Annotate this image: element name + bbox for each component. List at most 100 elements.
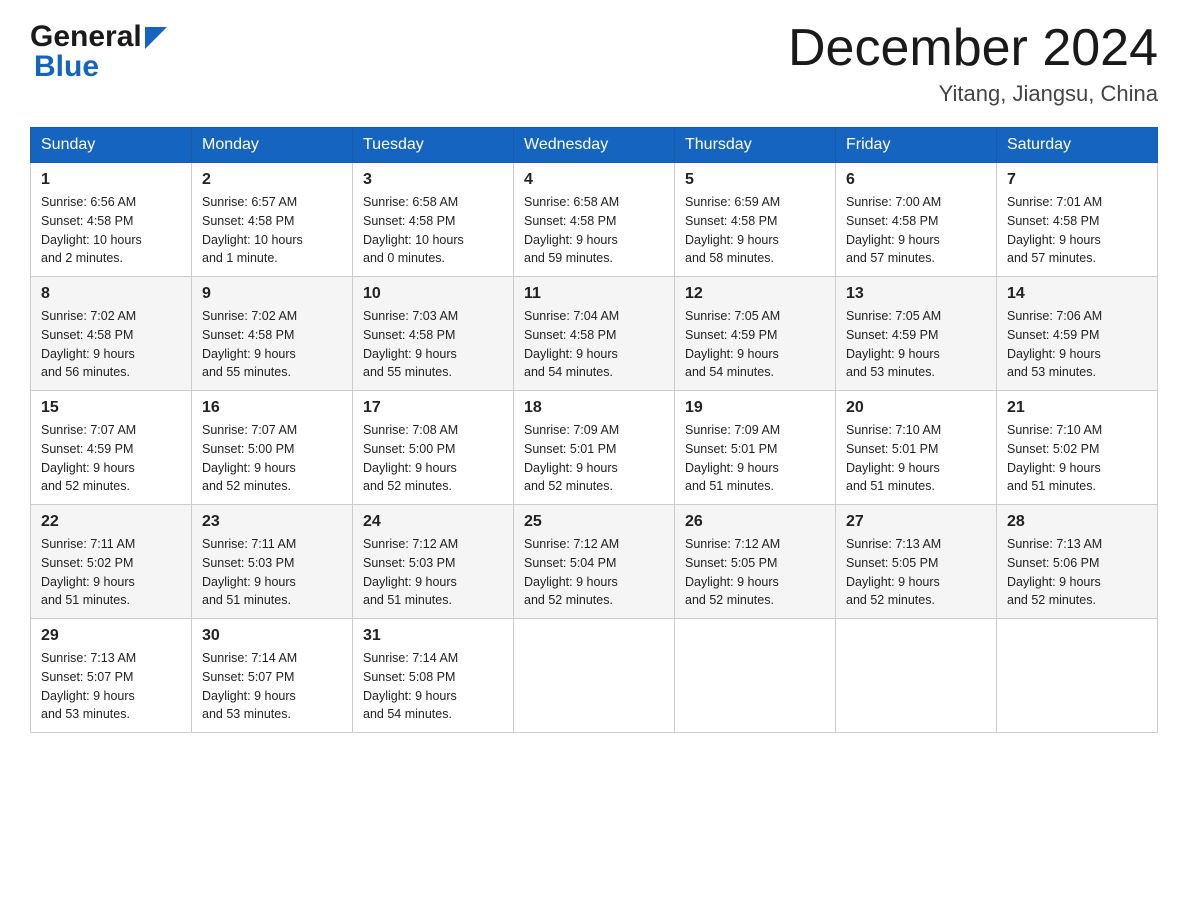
calendar-cell: 2 Sunrise: 6:57 AMSunset: 4:58 PMDaylight… xyxy=(192,163,353,277)
calendar-cell: 19 Sunrise: 7:09 AMSunset: 5:01 PMDayligh… xyxy=(675,391,836,505)
location-title: Yitang, Jiangsu, China xyxy=(788,81,1158,107)
calendar-cell xyxy=(997,619,1158,733)
calendar-cell: 18 Sunrise: 7:09 AMSunset: 5:01 PMDayligh… xyxy=(514,391,675,505)
col-saturday: Saturday xyxy=(997,128,1158,163)
day-info: Sunrise: 7:00 AMSunset: 4:58 PMDaylight:… xyxy=(846,193,986,268)
calendar-table: Sunday Monday Tuesday Wednesday Thursday… xyxy=(30,127,1158,733)
calendar-cell xyxy=(514,619,675,733)
day-info: Sunrise: 7:02 AMSunset: 4:58 PMDaylight:… xyxy=(202,307,342,382)
calendar-cell: 31 Sunrise: 7:14 AMSunset: 5:08 PMDayligh… xyxy=(353,619,514,733)
calendar-cell: 24 Sunrise: 7:12 AMSunset: 5:03 PMDayligh… xyxy=(353,505,514,619)
col-tuesday: Tuesday xyxy=(353,128,514,163)
day-info: Sunrise: 7:12 AMSunset: 5:05 PMDaylight:… xyxy=(685,535,825,610)
calendar-cell: 12 Sunrise: 7:05 AMSunset: 4:59 PMDayligh… xyxy=(675,277,836,391)
calendar-cell: 27 Sunrise: 7:13 AMSunset: 5:05 PMDayligh… xyxy=(836,505,997,619)
logo-arrow-icon xyxy=(145,27,167,49)
day-info: Sunrise: 6:56 AMSunset: 4:58 PMDaylight:… xyxy=(41,193,181,268)
day-info: Sunrise: 7:07 AMSunset: 5:00 PMDaylight:… xyxy=(202,421,342,496)
week-row-5: 29 Sunrise: 7:13 AMSunset: 5:07 PMDayligh… xyxy=(31,619,1158,733)
calendar-cell: 28Sunrise: 7:13 AMSunset: 5:06 PMDayligh… xyxy=(997,505,1158,619)
day-number: 26 xyxy=(685,513,825,531)
day-info: Sunrise: 7:11 AMSunset: 5:02 PMDaylight:… xyxy=(41,535,181,610)
day-number: 12 xyxy=(685,285,825,303)
day-info: Sunrise: 7:12 AMSunset: 5:03 PMDaylight:… xyxy=(363,535,503,610)
calendar-cell xyxy=(675,619,836,733)
calendar-cell: 25 Sunrise: 7:12 AMSunset: 5:04 PMDayligh… xyxy=(514,505,675,619)
month-year-title: December 2024 xyxy=(788,20,1158,77)
col-thursday: Thursday xyxy=(675,128,836,163)
day-info: Sunrise: 6:58 AMSunset: 4:58 PMDaylight:… xyxy=(363,193,503,268)
day-number: 19 xyxy=(685,399,825,417)
day-number: 16 xyxy=(202,399,342,417)
logo-blue-text: Blue xyxy=(34,50,99,84)
day-info: Sunrise: 7:13 AMSunset: 5:07 PMDaylight:… xyxy=(41,649,181,724)
calendar-cell: 10Sunrise: 7:03 AMSunset: 4:58 PMDayligh… xyxy=(353,277,514,391)
calendar-cell xyxy=(836,619,997,733)
col-sunday: Sunday xyxy=(31,128,192,163)
calendar-cell: 14Sunrise: 7:06 AMSunset: 4:59 PMDayligh… xyxy=(997,277,1158,391)
day-info: Sunrise: 6:57 AMSunset: 4:58 PMDaylight:… xyxy=(202,193,342,268)
calendar-cell: 3 Sunrise: 6:58 AMSunset: 4:58 PMDaylight… xyxy=(353,163,514,277)
day-info: Sunrise: 6:59 AMSunset: 4:58 PMDaylight:… xyxy=(685,193,825,268)
day-number: 4 xyxy=(524,171,664,189)
week-row-2: 8 Sunrise: 7:02 AMSunset: 4:58 PMDaylight… xyxy=(31,277,1158,391)
logo: General Blue xyxy=(30,20,167,84)
day-number: 10 xyxy=(363,285,503,303)
day-number: 5 xyxy=(685,171,825,189)
day-number: 2 xyxy=(202,171,342,189)
week-row-4: 22 Sunrise: 7:11 AMSunset: 5:02 PMDayligh… xyxy=(31,505,1158,619)
calendar-cell: 1 Sunrise: 6:56 AMSunset: 4:58 PMDaylight… xyxy=(31,163,192,277)
day-info: Sunrise: 7:07 AMSunset: 4:59 PMDaylight:… xyxy=(41,421,181,496)
day-info: Sunrise: 7:14 AMSunset: 5:07 PMDaylight:… xyxy=(202,649,342,724)
day-number: 14 xyxy=(1007,285,1147,303)
day-number: 21 xyxy=(1007,399,1147,417)
calendar-cell: 9 Sunrise: 7:02 AMSunset: 4:58 PMDaylight… xyxy=(192,277,353,391)
col-wednesday: Wednesday xyxy=(514,128,675,163)
day-info: Sunrise: 7:09 AMSunset: 5:01 PMDaylight:… xyxy=(685,421,825,496)
day-number: 18 xyxy=(524,399,664,417)
calendar-cell: 16 Sunrise: 7:07 AMSunset: 5:00 PMDayligh… xyxy=(192,391,353,505)
day-info: Sunrise: 7:05 AMSunset: 4:59 PMDaylight:… xyxy=(685,307,825,382)
logo-general-text: General xyxy=(30,20,142,54)
day-info: Sunrise: 7:12 AMSunset: 5:04 PMDaylight:… xyxy=(524,535,664,610)
day-info: Sunrise: 7:01 AMSunset: 4:58 PMDaylight:… xyxy=(1007,193,1147,268)
day-number: 25 xyxy=(524,513,664,531)
day-info: Sunrise: 7:05 AMSunset: 4:59 PMDaylight:… xyxy=(846,307,986,382)
day-info: Sunrise: 7:13 AMSunset: 5:05 PMDaylight:… xyxy=(846,535,986,610)
day-number: 1 xyxy=(41,171,181,189)
day-number: 17 xyxy=(363,399,503,417)
col-friday: Friday xyxy=(836,128,997,163)
header-row: Sunday Monday Tuesday Wednesday Thursday… xyxy=(31,128,1158,163)
calendar-cell: 23Sunrise: 7:11 AMSunset: 5:03 PMDayligh… xyxy=(192,505,353,619)
day-info: Sunrise: 7:11 AMSunset: 5:03 PMDaylight:… xyxy=(202,535,342,610)
calendar-cell: 7 Sunrise: 7:01 AMSunset: 4:58 PMDaylight… xyxy=(997,163,1158,277)
day-number: 9 xyxy=(202,285,342,303)
day-number: 7 xyxy=(1007,171,1147,189)
calendar-cell: 29 Sunrise: 7:13 AMSunset: 5:07 PMDayligh… xyxy=(31,619,192,733)
calendar-cell: 15 Sunrise: 7:07 AMSunset: 4:59 PMDayligh… xyxy=(31,391,192,505)
day-info: Sunrise: 6:58 AMSunset: 4:58 PMDaylight:… xyxy=(524,193,664,268)
day-number: 13 xyxy=(846,285,986,303)
day-number: 20 xyxy=(846,399,986,417)
calendar-cell: 11Sunrise: 7:04 AMSunset: 4:58 PMDayligh… xyxy=(514,277,675,391)
day-info: Sunrise: 7:13 AMSunset: 5:06 PMDaylight:… xyxy=(1007,535,1147,610)
week-row-1: 1 Sunrise: 6:56 AMSunset: 4:58 PMDaylight… xyxy=(31,163,1158,277)
day-number: 31 xyxy=(363,627,503,645)
day-info: Sunrise: 7:08 AMSunset: 5:00 PMDaylight:… xyxy=(363,421,503,496)
day-number: 27 xyxy=(846,513,986,531)
day-number: 6 xyxy=(846,171,986,189)
day-number: 3 xyxy=(363,171,503,189)
calendar-cell: 22 Sunrise: 7:11 AMSunset: 5:02 PMDayligh… xyxy=(31,505,192,619)
day-number: 15 xyxy=(41,399,181,417)
calendar-cell: 6 Sunrise: 7:00 AMSunset: 4:58 PMDaylight… xyxy=(836,163,997,277)
calendar-cell: 17 Sunrise: 7:08 AMSunset: 5:00 PMDayligh… xyxy=(353,391,514,505)
day-info: Sunrise: 7:09 AMSunset: 5:01 PMDaylight:… xyxy=(524,421,664,496)
day-number: 24 xyxy=(363,513,503,531)
day-number: 30 xyxy=(202,627,342,645)
day-number: 22 xyxy=(41,513,181,531)
day-number: 29 xyxy=(41,627,181,645)
title-block: December 2024 Yitang, Jiangsu, China xyxy=(788,20,1158,107)
day-number: 8 xyxy=(41,285,181,303)
week-row-3: 15 Sunrise: 7:07 AMSunset: 4:59 PMDayligh… xyxy=(31,391,1158,505)
day-info: Sunrise: 7:14 AMSunset: 5:08 PMDaylight:… xyxy=(363,649,503,724)
